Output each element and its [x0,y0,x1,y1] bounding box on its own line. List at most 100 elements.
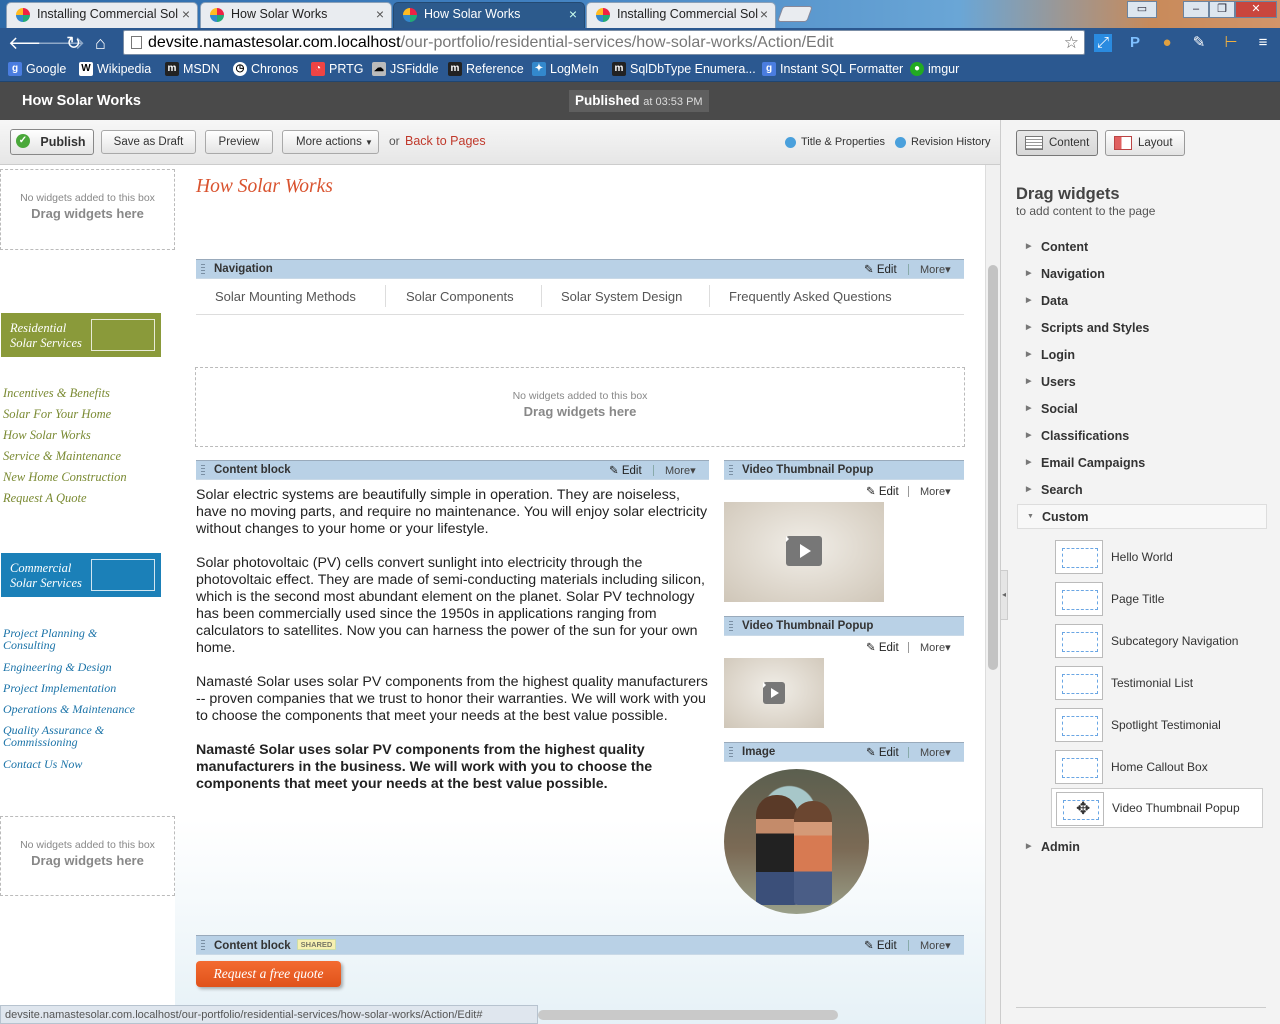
content-tab-button[interactable]: Content [1016,130,1098,156]
category-social[interactable]: Social [1026,402,1078,416]
image-widget-bar[interactable]: Image ✎ Edit More▾ [724,742,964,762]
bookmark-imgur[interactable]: ● imgur [910,62,959,76]
category-data[interactable]: Data [1026,294,1068,308]
drag-handle-icon[interactable] [729,621,733,632]
bookmark-prtg[interactable]: ◔ PRTG [311,62,364,76]
category-content[interactable]: Content [1026,240,1088,254]
new-tab-button[interactable] [777,6,813,22]
nav-item[interactable]: Solar Mounting Methods [215,289,356,304]
left-nav-link[interactable]: Request A Quote [3,491,87,506]
edit-button[interactable]: ✎ Edit [866,484,899,498]
nav-item[interactable]: Frequently Asked Questions [729,289,892,304]
left-nav-link[interactable]: How Solar Works [3,428,91,443]
browser-tab[interactable]: How Solar Works × [200,2,392,28]
category-users[interactable]: Users [1026,375,1076,389]
navigation-widget-bar[interactable]: Navigation ✎ Edit More▾ [196,259,964,279]
widget-testimonial-list[interactable]: Testimonial List [1055,666,1265,702]
address-bar[interactable]: devsite.namastesolar.com.localhost/our-p… [123,30,1085,55]
drag-handle-icon[interactable] [201,465,205,476]
panel-collapse-handle[interactable]: ◂ [1000,570,1008,620]
close-window-icon[interactable]: ✕ [1235,1,1277,18]
close-tab-icon[interactable]: × [569,6,577,22]
left-nav-link[interactable]: Engineering & Design [3,661,138,673]
widget-dropzone[interactable]: No widgets added to this box Drag widgets… [0,816,175,896]
profile-icon[interactable]: ▭ [1127,1,1157,18]
close-tab-icon[interactable]: × [760,6,768,22]
horizontal-scrollbar[interactable] [538,1010,838,1020]
category-scripts-styles[interactable]: Scripts and Styles [1026,321,1149,335]
drag-handle-icon[interactable] [729,747,733,758]
play-icon[interactable] [786,536,822,566]
video-thumbnail[interactable] [724,658,824,728]
close-tab-icon[interactable]: × [182,6,190,22]
edit-button[interactable]: ✎ Edit [864,938,897,952]
extension-icon[interactable]: ⊢ [1222,34,1240,52]
more-button[interactable]: More▾ [920,939,951,952]
left-nav-link[interactable]: Contact Us Now [3,758,138,770]
video-popup-widget-bar[interactable]: Video Thumbnail Popup [724,616,964,636]
edit-button[interactable]: ✎ Edit [864,262,897,276]
home-icon[interactable]: ⌂ [95,33,106,53]
widget-spotlight-testimonial[interactable]: Spotlight Testimonial [1055,708,1265,744]
category-classifications[interactable]: Classifications [1026,429,1129,443]
more-button[interactable]: More▾ [920,746,951,759]
drag-handle-icon[interactable] [729,465,733,476]
revision-history-link[interactable]: Revision History [895,136,990,148]
minimize-icon[interactable]: – [1183,1,1209,18]
category-admin[interactable]: Admin [1026,840,1080,854]
bookmark-chronos[interactable]: ◷ Chronos [233,62,298,76]
drag-handle-icon[interactable] [201,940,205,951]
vertical-scrollbar[interactable] [985,165,1000,1024]
category-navigation[interactable]: Navigation [1026,267,1105,281]
left-nav-link[interactable]: Project Implementation [3,682,138,694]
category-custom[interactable]: Custom [1017,504,1267,529]
content-block-text[interactable]: Solar electric systems are beautifully s… [196,487,711,810]
bookmark-jsfiddle[interactable]: ☁ JSFiddle [372,62,439,76]
widget-dropzone[interactable]: No widgets added to this box Drag widgets… [0,169,175,250]
bookmark-msdn[interactable]: m MSDN [165,62,220,76]
publish-button[interactable]: ✓ Publish [10,129,94,155]
back-to-pages-link[interactable]: Back to Pages [405,134,486,148]
nav-item[interactable]: Solar System Design [561,289,682,304]
widget-page-title[interactable]: Page Title [1055,582,1265,618]
residential-services-banner[interactable]: Residential Solar Services [1,313,161,357]
widget-dropzone[interactable]: No widgets added to this box Drag widgets… [195,367,965,447]
widget-hello-world[interactable]: Hello World [1055,540,1265,576]
video-thumbnail[interactable] [724,502,884,602]
widget-video-thumbnail-popup[interactable]: ✥ Video Thumbnail Popup [1051,788,1263,828]
bookmark-wikipedia[interactable]: W Wikipedia [79,62,151,76]
edit-button[interactable]: ✎ Edit [866,640,899,654]
close-tab-icon[interactable]: × [376,6,384,22]
drag-handle-icon[interactable] [201,264,205,275]
left-nav-link[interactable]: Project Planning & Consulting [3,627,138,651]
preview-button[interactable]: Preview [205,130,273,154]
bookmark-reference[interactable]: m Reference [448,62,524,76]
reload-icon[interactable]: ↻ [66,33,81,53]
more-button[interactable]: More▾ [920,263,951,276]
extension-icon[interactable]: ⤢ [1094,34,1112,52]
nav-item[interactable]: Solar Components [406,289,514,304]
category-search[interactable]: Search [1026,483,1083,497]
save-as-draft-button[interactable]: Save as Draft [101,130,196,154]
left-nav-link[interactable]: Incentives & Benefits [3,386,110,401]
restore-icon[interactable]: ❐ [1209,1,1235,18]
layout-tab-button[interactable]: Layout [1105,130,1185,156]
extension-icon[interactable]: P [1126,34,1144,52]
more-button[interactable]: More▾ [920,485,951,498]
browser-tab[interactable]: Installing Commercial Sol × [6,2,198,28]
widget-home-callout-box[interactable]: Home Callout Box [1055,750,1265,786]
bookmark-google[interactable]: g Google [8,62,66,76]
left-nav-link[interactable]: Operations & Maintenance [3,703,138,715]
more-actions-button[interactable]: More actions ▼ [282,130,379,154]
edit-button[interactable]: ✎ Edit [866,745,899,759]
widget-subcategory-navigation[interactable]: Subcategory Navigation [1055,624,1265,660]
left-nav-link[interactable]: Quality Assurance & Commissioning [3,724,138,748]
video-popup-widget-bar[interactable]: Video Thumbnail Popup [724,460,964,480]
edit-button[interactable]: ✎ Edit [609,463,642,477]
bookmark-star-icon[interactable]: ☆ [1064,31,1079,54]
shared-content-block-widget-bar[interactable]: Content block SHARED ✎ Edit More▾ [196,935,964,955]
bookmark-sqldbtype[interactable]: m SqlDbType Enumera... [612,62,756,76]
request-quote-button[interactable]: Request a free quote [196,961,341,987]
play-icon[interactable] [763,682,785,704]
commercial-services-banner[interactable]: Commercial Solar Services [1,553,161,597]
